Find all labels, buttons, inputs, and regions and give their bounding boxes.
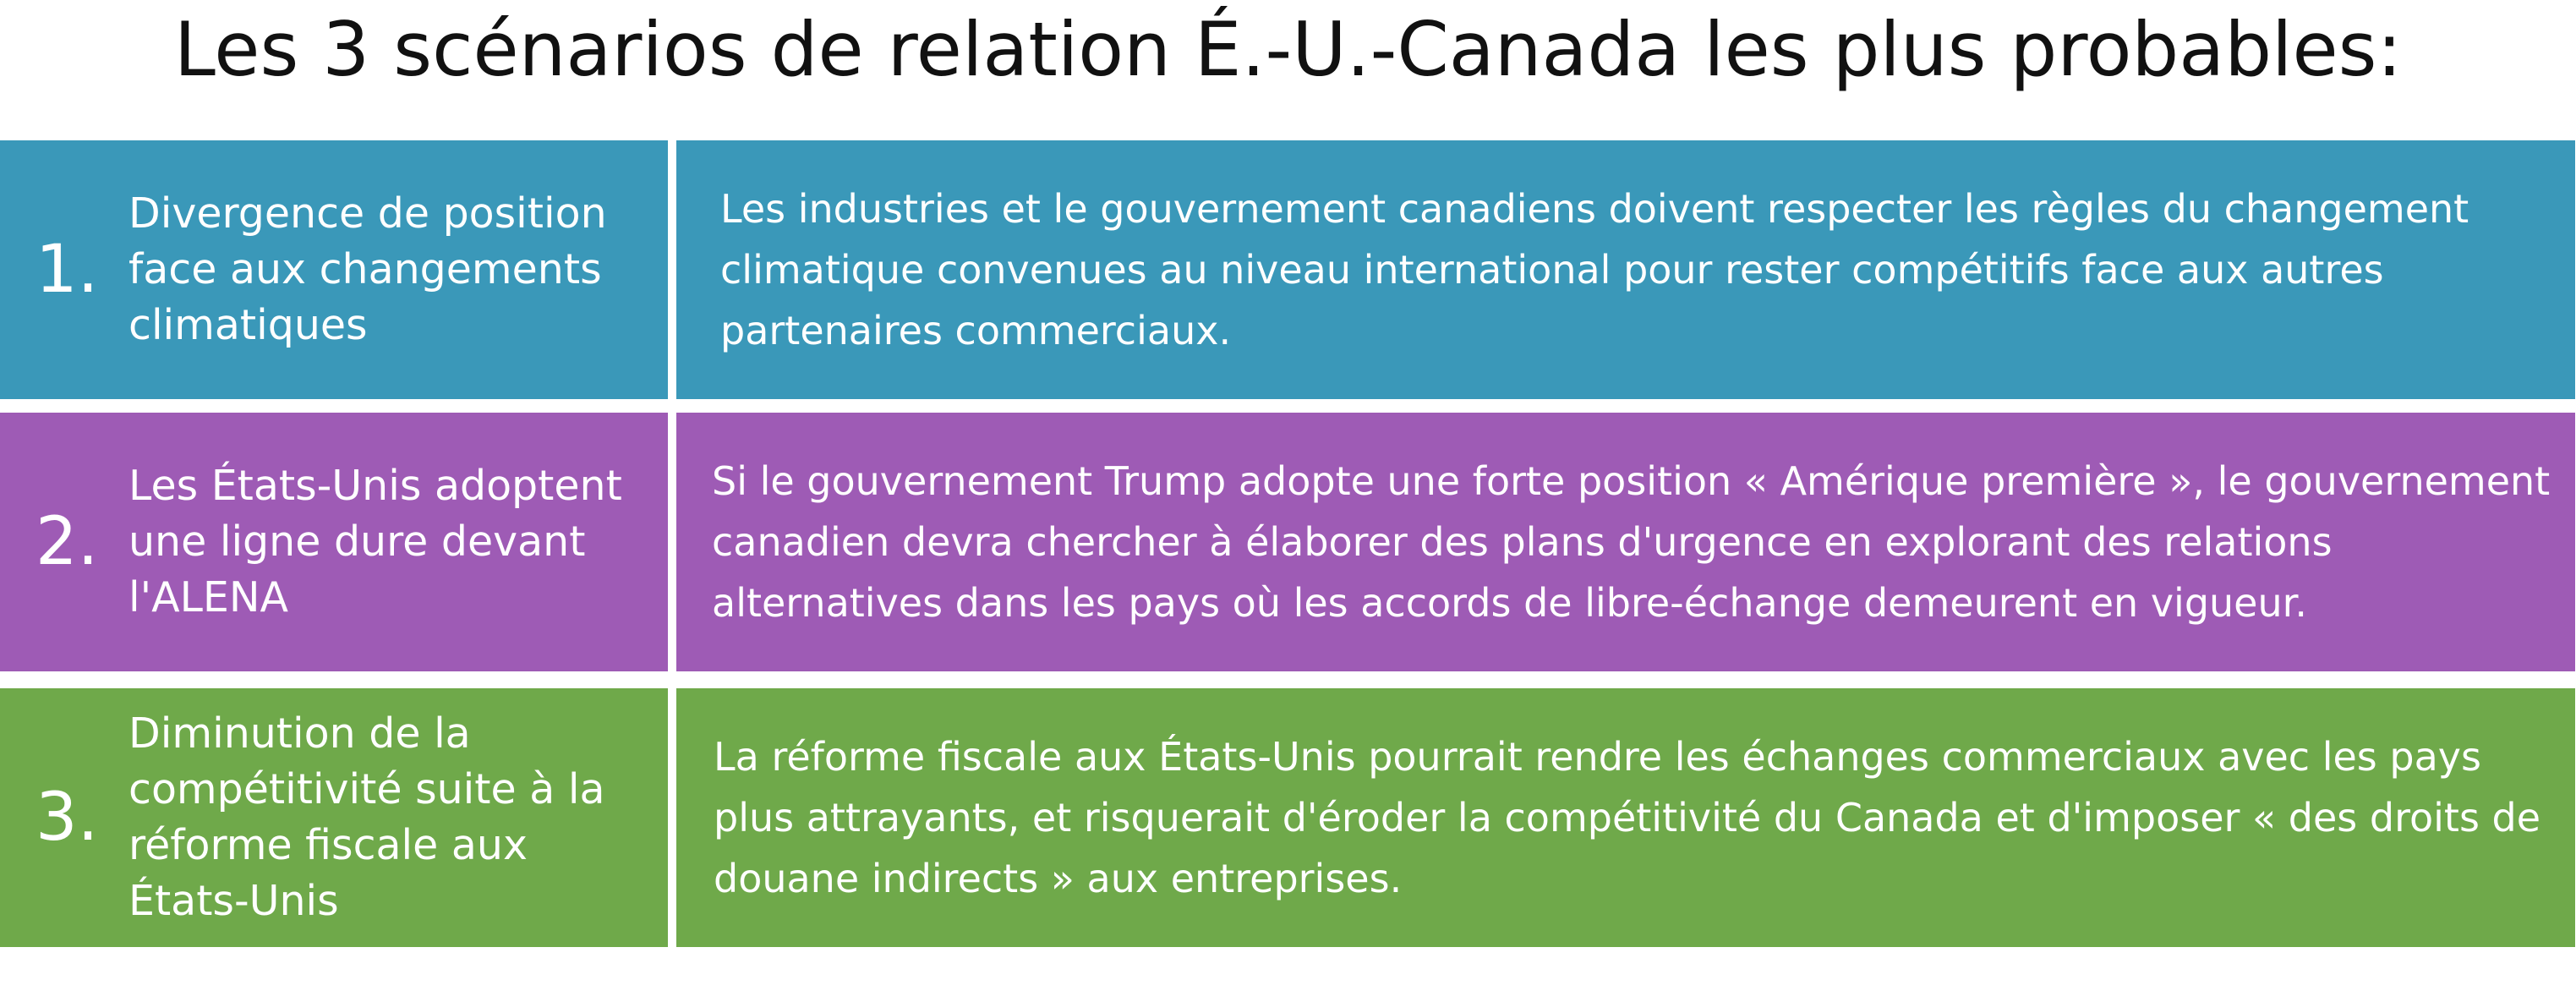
scenario-2-label-cell: 2. Les États-Unis adoptent une ligne dur… (0, 413, 668, 671)
scenario-1-heading: Divergence de position face aux changeme… (129, 189, 607, 349)
scenario-3-description: La réforme fiscale aux États-Unis pourra… (714, 734, 2541, 901)
scenario-3-label-cell: 3. Diminution de la compétitivité suite … (0, 688, 668, 947)
scenario-row-1: 1. Divergence de position face aux chang… (0, 140, 2576, 399)
scenario-3-description-cell: La réforme fiscale aux États-Unis pourra… (676, 688, 2575, 947)
scenario-1-label-cell: 1. Divergence de position face aux chang… (0, 140, 668, 399)
page-title: Les 3 scénarios de relation É.-U.-Canada… (173, 6, 2403, 93)
scenario-3-number: 3. (36, 780, 99, 856)
scenario-2-description: Si le gouvernement Trump adopte une fort… (712, 458, 2551, 626)
scenario-2-number: 2. (36, 504, 99, 580)
scenario-1-description-cell: Les industries et le gouvernement canadi… (676, 140, 2575, 399)
scenario-1-number: 1. (36, 232, 99, 308)
scenario-row-2: 2. Les États-Unis adoptent une ligne dur… (0, 413, 2576, 671)
scenario-2-description-cell: Si le gouvernement Trump adopte une fort… (676, 413, 2575, 671)
scenario-1-description: Les industries et le gouvernement canadi… (720, 186, 2469, 353)
scenario-2-heading: Les États-Unis adoptent une ligne dure d… (129, 462, 622, 621)
scenario-3-heading: Diminution de la compétitivité suite à l… (129, 709, 605, 925)
scenario-row-3: 3. Diminution de la compétitivité suite … (0, 688, 2576, 947)
